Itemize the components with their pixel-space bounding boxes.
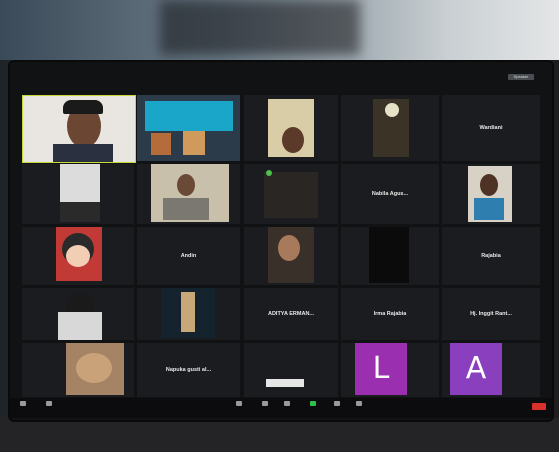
participant-label: Nabila Agus... — [371, 191, 409, 197]
video-tile[interactable]: A — [442, 343, 540, 397]
cat-face — [76, 353, 112, 383]
video-tile[interactable]: Rajabia — [442, 227, 540, 285]
meeting-toolbar — [10, 398, 552, 418]
smile-icon — [356, 401, 362, 406]
participant-face — [480, 174, 498, 196]
participants-button[interactable] — [260, 401, 270, 411]
shield-icon — [236, 401, 242, 406]
chat-button[interactable] — [282, 401, 292, 411]
dark-video — [369, 227, 409, 283]
video-tile[interactable]: Nabila Agus... — [341, 164, 439, 224]
text-card — [264, 172, 318, 218]
white-object — [60, 164, 100, 202]
share-bar — [266, 379, 304, 387]
video-tile[interactable]: Napuka gusti al... — [137, 343, 240, 397]
participant-face — [282, 127, 304, 153]
avatar: L — [355, 343, 407, 395]
room-background-bottom — [0, 418, 559, 452]
participant-label: Wardiani — [479, 125, 503, 131]
light-spot — [385, 103, 399, 117]
video-tile[interactable] — [22, 227, 134, 285]
video-tile[interactable]: L — [341, 343, 439, 397]
participant-shirt — [53, 144, 113, 162]
participant-shirt — [58, 312, 102, 340]
screen-share-tile[interactable] — [244, 343, 338, 397]
video-tile[interactable]: Hj. Inggit Rant... — [442, 288, 540, 340]
video-tile[interactable] — [137, 95, 240, 161]
people-icon — [262, 401, 268, 406]
video-tile[interactable] — [244, 227, 338, 285]
share-screen-button[interactable] — [308, 401, 318, 411]
video-button[interactable] — [44, 401, 54, 411]
video-tile[interactable] — [22, 343, 134, 397]
active-indicator — [266, 170, 272, 176]
video-tile[interactable] — [341, 227, 439, 285]
video-tile[interactable] — [22, 95, 136, 163]
record-icon — [334, 401, 340, 406]
security-button[interactable] — [234, 401, 244, 411]
anime-face — [66, 245, 90, 267]
room-background-top — [0, 0, 559, 70]
share-icon — [310, 401, 316, 406]
view-toggle-button[interactable]: Speaker — [508, 74, 534, 80]
video-tile[interactable] — [244, 95, 338, 161]
video-tile[interactable]: Wardiani — [442, 95, 540, 161]
participant-label: Andin — [180, 253, 197, 259]
reactions-button[interactable] — [354, 401, 364, 411]
video-tile[interactable]: ADITYA ERMAN... — [244, 288, 338, 340]
record-button[interactable] — [332, 401, 342, 411]
dark-object — [60, 202, 100, 222]
participant-body — [163, 198, 209, 220]
participant-label: Napuka gusti al... — [165, 367, 212, 373]
camera-icon — [46, 401, 52, 406]
banner-image — [145, 101, 233, 131]
participant-face — [177, 174, 195, 196]
room-shadow — [160, 0, 360, 55]
video-tile[interactable] — [22, 164, 134, 224]
video-tile[interactable] — [137, 164, 240, 224]
participant-face — [278, 235, 300, 261]
participant-label: Rajabia — [481, 253, 501, 259]
video-tile[interactable] — [137, 288, 240, 340]
person-left — [151, 133, 171, 155]
video-tile[interactable] — [341, 95, 439, 161]
end-meeting-button[interactable] — [532, 403, 546, 410]
figure — [181, 292, 195, 332]
avatar: A — [450, 343, 502, 395]
participant-shirt — [474, 198, 504, 220]
meeting-top-bar: Speaker — [10, 64, 552, 88]
microphone-icon — [20, 401, 26, 406]
mute-button[interactable] — [18, 401, 28, 411]
participant-cap — [63, 100, 103, 114]
participant-label: Hj. Inggit Rant... — [470, 311, 512, 317]
video-tile[interactable]: Irma Rajabia — [341, 288, 439, 340]
person-center — [183, 131, 205, 155]
participant-label: Irma Rajabia — [373, 311, 407, 317]
video-tile[interactable] — [442, 164, 540, 224]
video-tile[interactable] — [244, 164, 338, 224]
chat-icon — [284, 401, 290, 406]
video-tile[interactable] — [22, 288, 134, 340]
participant-label: ADITYA ERMAN... — [267, 311, 315, 317]
video-tile[interactable]: Andin — [137, 227, 240, 285]
